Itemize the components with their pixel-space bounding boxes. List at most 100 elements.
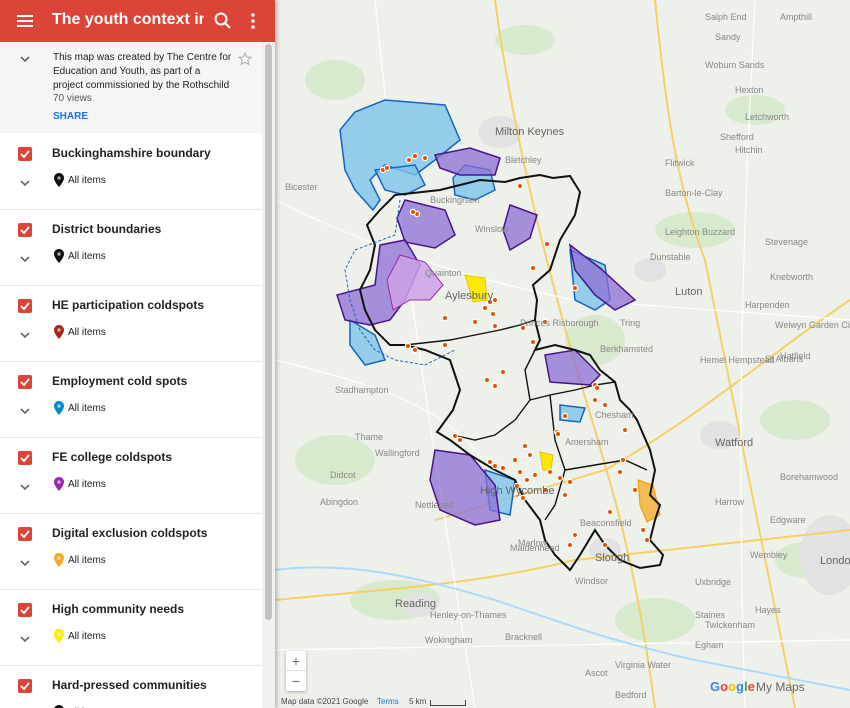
- map-marker[interactable]: [523, 476, 531, 484]
- sidebar-scroll-thumb[interactable]: [265, 44, 272, 620]
- place-label: Aylesbury: [445, 290, 494, 302]
- map-marker[interactable]: [491, 462, 499, 470]
- layer-checkbox[interactable]: [18, 147, 32, 161]
- map-marker[interactable]: [411, 152, 419, 160]
- chevron-down-icon[interactable]: [19, 178, 31, 188]
- layer-checkbox[interactable]: [18, 223, 32, 237]
- map-marker[interactable]: [491, 296, 499, 304]
- layer-items-label[interactable]: All items: [68, 175, 106, 186]
- map-marker[interactable]: [483, 376, 491, 384]
- map-marker[interactable]: [601, 401, 609, 409]
- share-button[interactable]: SHARE: [53, 111, 88, 122]
- map-marker[interactable]: [516, 182, 524, 190]
- terms-link[interactable]: Terms: [377, 697, 399, 706]
- map-marker[interactable]: [556, 474, 564, 482]
- layer-checkbox[interactable]: [18, 527, 32, 541]
- map-marker[interactable]: [529, 264, 537, 272]
- layer-row: Buckinghamshire boundary All items: [0, 133, 262, 210]
- map-marker[interactable]: [489, 310, 497, 318]
- map-marker[interactable]: [521, 442, 529, 450]
- map-marker[interactable]: [561, 412, 569, 420]
- place-label: Uxbridge: [695, 577, 732, 587]
- map-marker[interactable]: [639, 526, 647, 534]
- map-marker[interactable]: [421, 154, 429, 162]
- map-marker[interactable]: [571, 531, 579, 539]
- layer-name[interactable]: HE participation coldspots: [52, 298, 204, 312]
- map-marker[interactable]: [619, 456, 627, 464]
- chevron-down-icon[interactable]: [19, 254, 31, 264]
- map-marker[interactable]: [546, 468, 554, 476]
- layer-checkbox[interactable]: [18, 451, 32, 465]
- search-icon[interactable]: [213, 11, 233, 31]
- chevron-down-icon[interactable]: [19, 406, 31, 416]
- map-marker[interactable]: [601, 541, 609, 549]
- map-marker[interactable]: [471, 318, 479, 326]
- map-marker[interactable]: [409, 208, 417, 216]
- chevron-down-icon[interactable]: [19, 558, 31, 568]
- layer-name[interactable]: Employment cold spots: [52, 374, 187, 388]
- chevron-down-icon[interactable]: [18, 52, 32, 66]
- map-marker[interactable]: [404, 342, 412, 350]
- chevron-down-icon[interactable]: [19, 330, 31, 340]
- map-marker[interactable]: [631, 486, 639, 494]
- layer-checkbox[interactable]: [18, 603, 32, 617]
- map-marker[interactable]: [456, 436, 464, 444]
- place-label: Harrow: [715, 497, 745, 507]
- layer-name[interactable]: Digital exclusion coldspots: [52, 526, 207, 540]
- map-marker[interactable]: [571, 284, 579, 292]
- map-marker[interactable]: [481, 304, 489, 312]
- map-marker[interactable]: [441, 341, 449, 349]
- map-marker[interactable]: [643, 536, 651, 544]
- map-marker[interactable]: [531, 471, 539, 479]
- more-vert-icon[interactable]: [245, 11, 261, 31]
- layer-items-label[interactable]: All items: [68, 631, 106, 642]
- map-marker[interactable]: [451, 432, 459, 440]
- layer-items-label[interactable]: All items: [68, 327, 106, 338]
- map-marker[interactable]: [554, 430, 562, 438]
- map-marker[interactable]: [621, 426, 629, 434]
- map-marker[interactable]: [516, 468, 524, 476]
- layer-items-label[interactable]: All items: [68, 555, 106, 566]
- map-marker[interactable]: [606, 508, 614, 516]
- layer-items-label[interactable]: All items: [68, 251, 106, 262]
- map-marker[interactable]: [491, 322, 499, 330]
- checkmark-icon: [20, 378, 30, 387]
- map-marker[interactable]: [591, 396, 599, 404]
- map-marker[interactable]: [511, 456, 519, 464]
- layer-name[interactable]: FE college coldspots: [52, 450, 172, 464]
- layer-name[interactable]: High community needs: [52, 602, 184, 616]
- layer-checkbox[interactable]: [18, 375, 32, 389]
- map-marker[interactable]: [616, 468, 624, 476]
- layer-checkbox[interactable]: [18, 299, 32, 313]
- layer-name[interactable]: District boundaries: [52, 222, 161, 236]
- map-marker[interactable]: [499, 368, 507, 376]
- place-label: Windsor: [575, 576, 609, 586]
- map-marker[interactable]: [486, 458, 494, 466]
- map-marker[interactable]: [411, 346, 419, 354]
- map-marker[interactable]: [543, 240, 551, 248]
- zoom-out-button[interactable]: −: [286, 671, 306, 691]
- layer-items-label[interactable]: All items: [68, 403, 106, 414]
- map-marker[interactable]: [383, 164, 391, 172]
- layer-items-label[interactable]: All items: [68, 479, 106, 490]
- place-label: Stevenage: [765, 237, 809, 247]
- chevron-down-icon[interactable]: [19, 634, 31, 644]
- map-marker[interactable]: [593, 384, 601, 392]
- hamburger-menu-icon[interactable]: [16, 12, 34, 30]
- layer-checkbox[interactable]: [18, 679, 32, 693]
- map-marker[interactable]: [491, 382, 499, 390]
- map-marker[interactable]: [499, 464, 507, 472]
- map-marker[interactable]: [405, 156, 413, 164]
- layer-name[interactable]: Hard-pressed communities: [52, 678, 207, 692]
- layer-name[interactable]: Buckinghamshire boundary: [52, 146, 211, 160]
- map-marker[interactable]: [566, 541, 574, 549]
- map-marker[interactable]: [529, 338, 537, 346]
- map-marker[interactable]: [561, 491, 569, 499]
- zoom-in-button[interactable]: +: [286, 651, 306, 671]
- chevron-down-icon[interactable]: [19, 482, 31, 492]
- star-icon[interactable]: [238, 52, 252, 66]
- map-canvas[interactable]: Milton Keynes Bletchley Leighton Buzzard Du…: [275, 0, 850, 708]
- map-marker[interactable]: [441, 314, 449, 322]
- map-marker[interactable]: [526, 451, 534, 459]
- map-marker[interactable]: [566, 478, 574, 486]
